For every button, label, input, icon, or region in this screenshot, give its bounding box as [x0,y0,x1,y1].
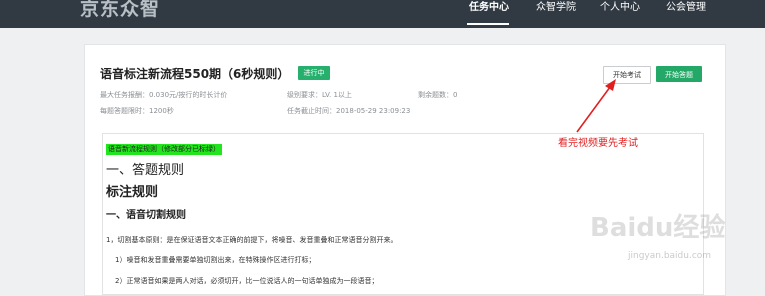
annotation-note: 看完视频要先考试 [558,138,638,149]
baidu-watermark-url: jingyan.baidu.com [628,251,712,261]
annotation-arrow-icon [576,79,616,133]
baidu-watermark: Baidu经验 [590,213,726,243]
